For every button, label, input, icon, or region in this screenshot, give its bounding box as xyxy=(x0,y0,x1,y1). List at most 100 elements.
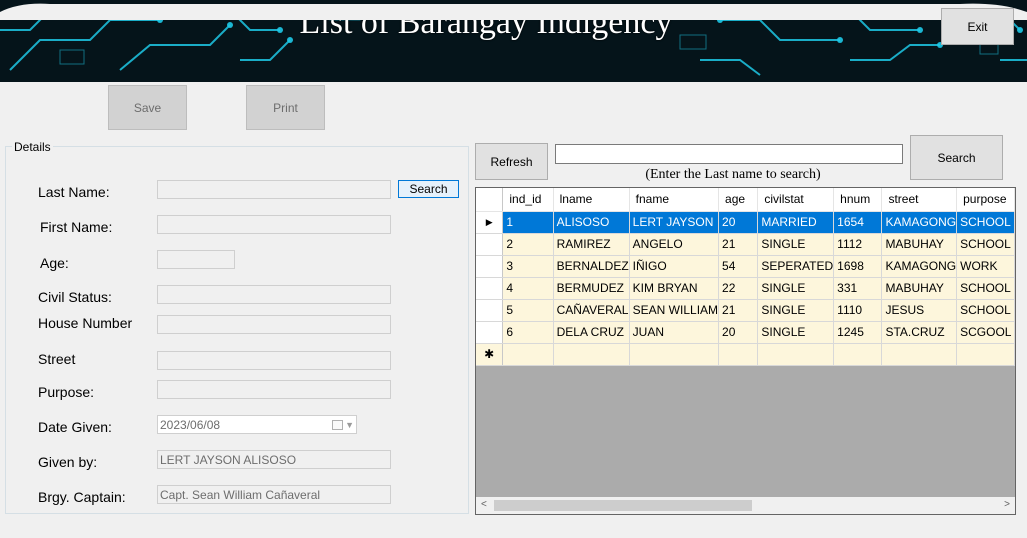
row-header[interactable] xyxy=(476,255,504,278)
table-cell[interactable]: SCHOOL xyxy=(956,233,1015,256)
table-cell[interactable]: WORK xyxy=(956,255,1015,278)
street-field[interactable] xyxy=(157,351,391,370)
table-cell[interactable]: KAMAGONG xyxy=(881,211,958,234)
table-cell[interactable]: 1112 xyxy=(833,233,883,256)
table-cell[interactable]: STA.CRUZ xyxy=(881,321,958,344)
table-row[interactable]: 2 RAMIREZ ANGELO 21 SINGLE 1112 MABUHAY SCHOOL xyxy=(476,233,1015,256)
table-cell[interactable]: CAÑAVERAL xyxy=(553,299,630,322)
table-cell[interactable]: LERT JAYSON xyxy=(629,211,720,234)
table-cell[interactable]: 20 xyxy=(718,321,759,344)
table-cell[interactable]: KAMAGONG xyxy=(881,255,958,278)
records-grid[interactable]: ind_id lname fname age civilstat hnum street pu… xyxy=(475,187,1016,515)
first-name-field[interactable] xyxy=(157,215,391,234)
table-cell[interactable]: SCHOOL xyxy=(956,299,1015,322)
table-cell[interactable]: 2 xyxy=(502,233,554,256)
table-cell[interactable]: IÑIGO xyxy=(629,255,720,278)
scrollbar-thumb[interactable] xyxy=(494,500,752,511)
table-cell[interactable]: 1654 xyxy=(833,211,883,234)
table-row[interactable]: 4 BERMUDEZ KIM BRYAN 22 SINGLE 331 MABUHAY SCHO… xyxy=(476,277,1015,300)
table-cell[interactable]: SEPERATED xyxy=(757,255,835,278)
column-header[interactable]: age xyxy=(718,188,759,212)
table-cell[interactable] xyxy=(956,343,1015,366)
table-cell[interactable]: MABUHAY xyxy=(881,277,958,300)
table-cell[interactable]: 21 xyxy=(718,299,759,322)
table-cell[interactable]: 6 xyxy=(502,321,554,344)
scroll-right-icon[interactable]: > xyxy=(1004,499,1010,510)
table-cell[interactable]: SCGOOL xyxy=(956,321,1015,344)
records-search-button[interactable]: Search xyxy=(910,135,1003,180)
table-cell[interactable]: 54 xyxy=(718,255,759,278)
column-header[interactable]: civilstat xyxy=(757,188,835,212)
table-cell[interactable]: MABUHAY xyxy=(881,233,958,256)
purpose-field[interactable] xyxy=(157,380,391,399)
table-cell[interactable] xyxy=(502,343,554,366)
row-header[interactable] xyxy=(476,321,504,344)
table-cell[interactable] xyxy=(833,343,883,366)
table-cell[interactable] xyxy=(629,343,720,366)
table-cell[interactable]: 1110 xyxy=(833,299,883,322)
date-given-picker[interactable]: 2023/06/08 ▼ xyxy=(157,415,357,434)
captain-field[interactable]: Capt. Sean William Cañaveral xyxy=(157,485,391,504)
column-header[interactable]: lname xyxy=(553,188,630,212)
last-name-field[interactable] xyxy=(157,180,391,199)
table-cell[interactable]: KIM BRYAN xyxy=(629,277,720,300)
table-cell[interactable]: MARRIED xyxy=(757,211,835,234)
given-by-field[interactable]: LERT JAYSON ALISOSO xyxy=(157,450,391,469)
table-cell[interactable]: SINGLE xyxy=(757,299,835,322)
table-row[interactable]: 3 BERNALDEZ IÑIGO 54 SEPERATED 1698 KAMAGONG WO… xyxy=(476,255,1015,278)
column-header[interactable]: fname xyxy=(629,188,720,212)
table-cell[interactable]: 5 xyxy=(502,299,554,322)
table-cell[interactable]: ALISOSO xyxy=(553,211,630,234)
table-cell[interactable]: 4 xyxy=(502,277,554,300)
table-cell[interactable]: 21 xyxy=(718,233,759,256)
column-header[interactable]: hnum xyxy=(833,188,883,212)
table-cell[interactable]: 331 xyxy=(833,277,883,300)
details-search-button[interactable]: Search xyxy=(398,180,459,198)
table-cell[interactable]: JUAN xyxy=(629,321,720,344)
table-cell[interactable]: 22 xyxy=(718,277,759,300)
row-header[interactable] xyxy=(476,277,504,300)
table-cell[interactable]: BERNALDEZ xyxy=(553,255,630,278)
table-cell[interactable]: BERMUDEZ xyxy=(553,277,630,300)
horizontal-scrollbar[interactable]: < > xyxy=(475,497,1016,515)
table-cell[interactable]: JESUS xyxy=(881,299,958,322)
print-button[interactable]: Print xyxy=(246,85,325,130)
refresh-button[interactable]: Refresh xyxy=(475,143,548,180)
column-header[interactable]: street xyxy=(881,188,958,212)
table-cell[interactable]: 1 xyxy=(502,211,554,234)
save-button[interactable]: Save xyxy=(108,85,187,130)
table-cell[interactable]: 1245 xyxy=(833,321,883,344)
civil-status-field[interactable] xyxy=(157,285,391,304)
table-cell[interactable]: 20 xyxy=(718,211,759,234)
table-cell[interactable]: SCHOOL xyxy=(956,277,1015,300)
table-cell[interactable]: SEAN WILLIAM xyxy=(629,299,720,322)
table-cell[interactable]: SINGLE xyxy=(757,321,835,344)
table-cell[interactable] xyxy=(881,343,958,366)
table-cell[interactable]: SINGLE xyxy=(757,233,835,256)
age-field[interactable] xyxy=(157,250,235,269)
table-row[interactable]: 5 CAÑAVERAL SEAN WILLIAM 21 SINGLE 1110 JESUS S… xyxy=(476,299,1015,322)
column-header[interactable]: purpose xyxy=(956,188,1015,212)
table-row[interactable]: ▶ 1 ALISOSO LERT JAYSON 20 MARRIED 1654 KAMAGON… xyxy=(476,211,1015,234)
table-cell[interactable]: 3 xyxy=(502,255,554,278)
table-cell[interactable]: ANGELO xyxy=(629,233,720,256)
row-header[interactable] xyxy=(476,299,504,322)
house-number-field[interactable] xyxy=(157,315,391,334)
new-row[interactable]: ✱ xyxy=(476,343,1015,366)
table-cell[interactable]: RAMIREZ xyxy=(553,233,630,256)
table-row[interactable]: 6 DELA CRUZ JUAN 20 SINGLE 1245 STA.CRUZ SCGOOL xyxy=(476,321,1015,344)
scroll-left-icon[interactable]: < xyxy=(481,499,487,510)
exit-button[interactable]: Exit xyxy=(941,8,1014,45)
row-header[interactable] xyxy=(476,233,504,256)
row-header[interactable]: ▶ xyxy=(476,211,504,234)
lastname-search-input[interactable] xyxy=(555,144,903,164)
column-header[interactable]: ind_id xyxy=(502,188,554,212)
table-cell[interactable] xyxy=(757,343,835,366)
table-cell[interactable]: 1698 xyxy=(833,255,883,278)
calendar-dropdown-icon[interactable]: ▼ xyxy=(332,418,354,431)
table-cell[interactable] xyxy=(718,343,759,366)
table-cell[interactable]: SINGLE xyxy=(757,277,835,300)
table-cell[interactable]: SCHOOL xyxy=(956,211,1015,234)
table-cell[interactable]: DELA CRUZ xyxy=(553,321,630,344)
table-cell[interactable] xyxy=(553,343,630,366)
